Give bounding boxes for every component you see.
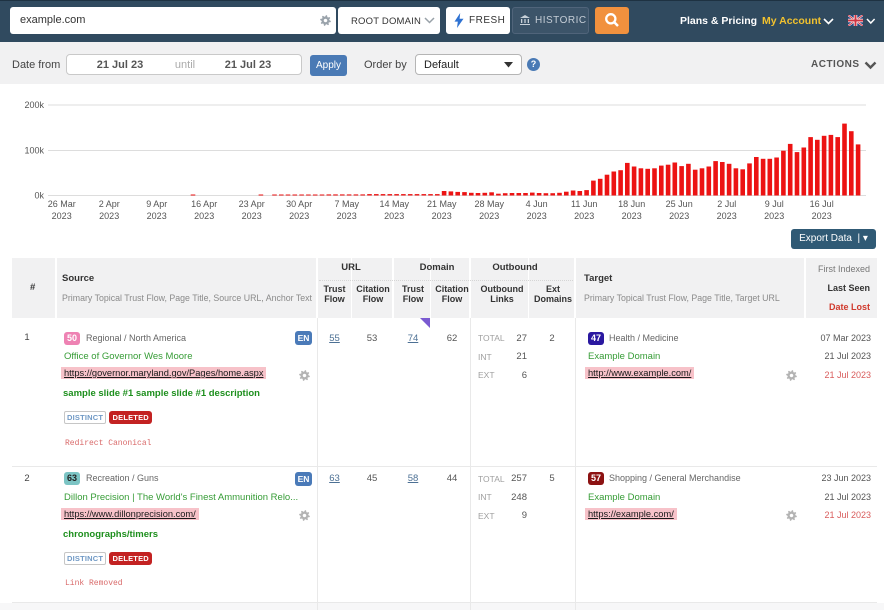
svg-text:2023: 2023 (812, 211, 832, 221)
svg-text:2023: 2023 (52, 211, 72, 221)
svg-text:21 May: 21 May (427, 199, 457, 209)
svg-text:16 Jul: 16 Jul (810, 199, 834, 209)
svg-text:2023: 2023 (242, 211, 262, 221)
svg-text:2023: 2023 (194, 211, 214, 221)
svg-text:2 Jul: 2 Jul (717, 199, 736, 209)
svg-text:9 Jul: 9 Jul (765, 199, 784, 209)
svg-text:2023: 2023 (717, 211, 737, 221)
svg-text:28 May: 28 May (474, 199, 504, 209)
svg-text:2023: 2023 (432, 211, 452, 221)
svg-text:4 Jun: 4 Jun (526, 199, 548, 209)
svg-text:2023: 2023 (384, 211, 404, 221)
svg-text:14 May: 14 May (379, 199, 409, 209)
svg-text:2023: 2023 (669, 211, 689, 221)
svg-text:2023: 2023 (764, 211, 784, 221)
svg-text:200k: 200k (24, 100, 44, 110)
svg-text:2023: 2023 (99, 211, 119, 221)
svg-text:0k: 0k (34, 191, 44, 201)
svg-text:2023: 2023 (574, 211, 594, 221)
svg-text:25 Jun: 25 Jun (666, 199, 693, 209)
svg-text:2023: 2023 (527, 211, 547, 221)
svg-text:2023: 2023 (479, 211, 499, 221)
svg-text:26 Mar: 26 Mar (48, 199, 76, 209)
svg-text:2023: 2023 (147, 211, 167, 221)
svg-text:18 Jun: 18 Jun (618, 199, 645, 209)
svg-text:2023: 2023 (622, 211, 642, 221)
svg-text:7 May: 7 May (334, 199, 359, 209)
svg-text:2023: 2023 (337, 211, 357, 221)
svg-text:30 Apr: 30 Apr (286, 199, 312, 209)
svg-text:11 Jun: 11 Jun (571, 199, 597, 209)
svg-text:100k: 100k (24, 146, 44, 156)
svg-text:2023: 2023 (289, 211, 309, 221)
svg-text:2 Apr: 2 Apr (99, 199, 120, 209)
svg-text:16 Apr: 16 Apr (191, 199, 217, 209)
svg-text:23 Apr: 23 Apr (239, 199, 265, 209)
svg-text:9 Apr: 9 Apr (146, 199, 167, 209)
